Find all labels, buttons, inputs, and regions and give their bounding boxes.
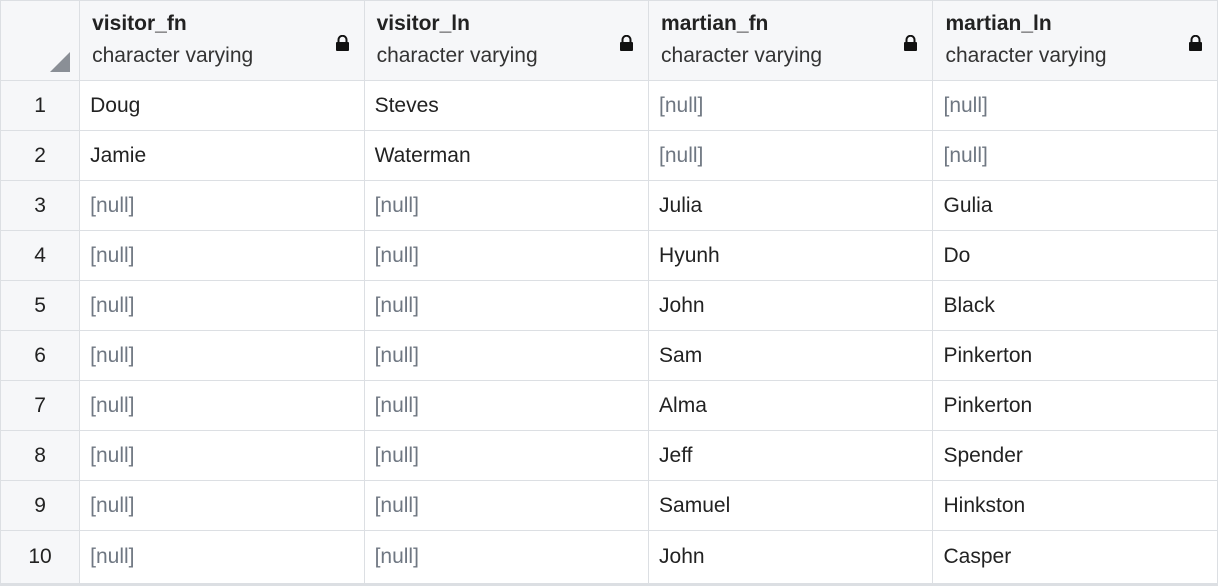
row-number[interactable]: 6 <box>0 330 81 381</box>
table-cell-martian-ln[interactable]: [null] <box>932 130 1218 181</box>
table-cell-martian-fn[interactable]: Alma <box>648 380 934 431</box>
table-row[interactable]: 7 [null] [null] Alma Pinkerton <box>0 380 1218 431</box>
table-cell-martian-ln[interactable]: Hinkston <box>932 480 1218 531</box>
table-cell-martian-fn[interactable]: Samuel <box>648 480 934 531</box>
column-header-martian-ln[interactable]: martian_ln character varying <box>932 0 1218 81</box>
column-header-martian-fn[interactable]: martian_fn character varying <box>648 0 934 81</box>
column-type: character varying <box>661 44 823 67</box>
table-cell-visitor-fn[interactable]: [null] <box>79 180 365 231</box>
table-cell-visitor-ln[interactable]: [null] <box>363 180 650 231</box>
table-cell-visitor-ln[interactable]: Waterman <box>363 130 650 181</box>
table-cell-martian-fn[interactable]: John <box>648 530 934 586</box>
table-cell-visitor-ln[interactable]: [null] <box>363 430 650 481</box>
row-number[interactable]: 3 <box>0 180 81 231</box>
table-cell-martian-ln[interactable]: Black <box>932 280 1218 331</box>
lock-icon <box>904 35 918 51</box>
row-number[interactable]: 1 <box>0 80 81 131</box>
table-cell-visitor-fn[interactable]: [null] <box>79 380 365 431</box>
table-row[interactable]: 8 [null] [null] Jeff Spender <box>0 430 1218 481</box>
table-cell-visitor-fn[interactable]: Jamie <box>79 130 365 181</box>
row-number[interactable]: 10 <box>0 530 81 586</box>
table-cell-visitor-fn[interactable]: [null] <box>79 530 365 586</box>
lock-icon <box>620 35 634 51</box>
table-cell-visitor-ln[interactable]: [null] <box>363 380 650 431</box>
table-cell-visitor-fn[interactable]: [null] <box>79 280 365 331</box>
column-name: visitor_ln <box>376 12 470 35</box>
select-all-corner[interactable] <box>0 0 81 81</box>
table-cell-martian-ln[interactable]: Do <box>932 230 1218 281</box>
table-cell-martian-fn[interactable]: John <box>648 280 934 331</box>
table-cell-martian-ln[interactable]: Pinkerton <box>932 330 1218 381</box>
table-cell-visitor-ln[interactable]: [null] <box>363 330 650 381</box>
header-row: visitor_fn character varying visitor_ln … <box>0 0 1218 81</box>
lock-icon <box>1189 35 1202 51</box>
row-number[interactable]: 8 <box>0 430 81 481</box>
table-cell-visitor-ln[interactable]: [null] <box>363 480 650 531</box>
table-cell-visitor-ln[interactable]: [null] <box>363 530 650 586</box>
table-cell-martian-fn[interactable]: [null] <box>648 130 934 181</box>
row-number[interactable]: 2 <box>0 130 81 181</box>
table-cell-visitor-ln[interactable]: [null] <box>363 280 650 331</box>
table-row[interactable]: 6 [null] [null] Sam Pinkerton <box>0 330 1218 381</box>
column-header-visitor-ln[interactable]: visitor_ln character varying <box>363 0 650 81</box>
table-cell-martian-ln[interactable]: [null] <box>932 80 1218 131</box>
table-cell-visitor-fn[interactable]: Doug <box>79 80 365 131</box>
table-row[interactable]: 4 [null] [null] Hyunh Do <box>0 230 1218 281</box>
column-name: martian_ln <box>945 12 1052 35</box>
table-cell-martian-ln[interactable]: Spender <box>932 430 1218 481</box>
row-number[interactable]: 7 <box>0 380 81 431</box>
table-cell-visitor-fn[interactable]: [null] <box>79 230 365 281</box>
table-row[interactable]: 1 Doug Steves [null] [null] <box>0 80 1218 131</box>
table-cell-martian-fn[interactable]: Hyunh <box>648 230 934 281</box>
row-number[interactable]: 5 <box>0 280 81 331</box>
table-cell-martian-fn[interactable]: Jeff <box>648 430 934 481</box>
column-name: martian_fn <box>661 12 769 35</box>
column-header-visitor-fn[interactable]: visitor_fn character varying <box>79 0 365 81</box>
lock-icon <box>335 35 349 51</box>
table-row[interactable]: 9 [null] [null] Samuel Hinkston <box>0 480 1218 531</box>
row-number[interactable]: 4 <box>0 230 81 281</box>
grid-body: 1 Doug Steves [null] [null] 2 Jamie Waterman [nu… <box>0 80 1218 586</box>
table-row[interactable]: 3 [null] [null] Julia Gulia <box>0 180 1218 231</box>
table-cell-martian-fn[interactable]: Julia <box>648 180 934 231</box>
table-cell-visitor-fn[interactable]: [null] <box>79 480 365 531</box>
table-cell-martian-ln[interactable]: Pinkerton <box>932 380 1218 431</box>
table-row[interactable]: 2 Jamie Waterman [null] [null] <box>0 130 1218 181</box>
row-number[interactable]: 9 <box>0 480 81 531</box>
table-row[interactable]: 5 [null] [null] John Black <box>0 280 1218 331</box>
select-all-triangle-icon <box>50 52 71 72</box>
column-name: visitor_fn <box>92 12 187 35</box>
table-cell-visitor-fn[interactable]: [null] <box>79 330 365 381</box>
result-grid: visitor_fn character varying visitor_ln … <box>0 0 1218 586</box>
table-cell-martian-ln[interactable]: Gulia <box>932 180 1218 231</box>
table-cell-visitor-ln[interactable]: Steves <box>363 80 650 131</box>
table-cell-martian-fn[interactable]: Sam <box>648 330 934 381</box>
table-row[interactable]: 10 [null] [null] John Casper <box>0 530 1218 586</box>
table-cell-visitor-fn[interactable]: [null] <box>79 430 365 481</box>
table-cell-martian-ln[interactable]: Casper <box>932 530 1218 586</box>
column-type: character varying <box>376 44 538 67</box>
table-cell-visitor-ln[interactable]: [null] <box>363 230 650 281</box>
column-type: character varying <box>945 44 1107 67</box>
table-cell-martian-fn[interactable]: [null] <box>648 80 934 131</box>
column-type: character varying <box>92 44 254 67</box>
